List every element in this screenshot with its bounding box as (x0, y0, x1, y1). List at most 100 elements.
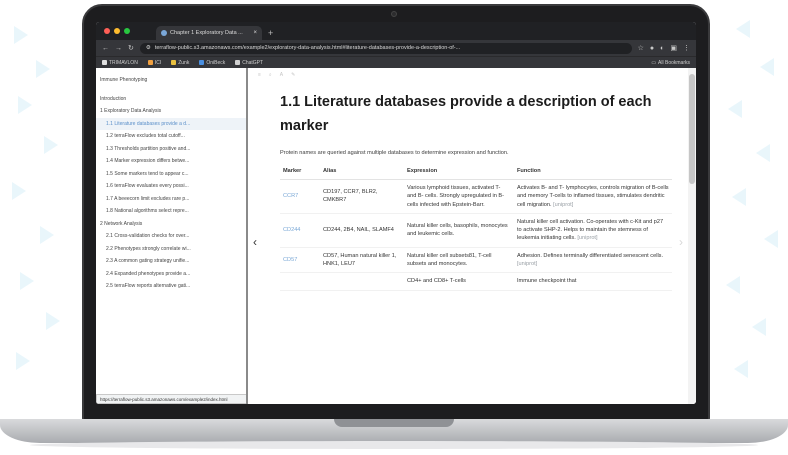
toc-item[interactable]: 2 Network Analysis (96, 218, 246, 231)
alias-cell: CD57, Human natural killer 1, HNK1, LEU7 (320, 247, 404, 274)
alias-cell: CD244, 2B4, NAIL, SLAMF4 (320, 213, 404, 248)
expression-cell: Natural killer cells, basophils, monocyt… (404, 213, 514, 248)
bookmark-favicon-icon (199, 60, 205, 65)
status-bar-url: https://terraflow-public.s3.amazonaws.co… (96, 394, 246, 404)
laptop-base (0, 419, 788, 443)
toc-item[interactable]: Immune Phenotyping (96, 74, 246, 87)
column-header-alias: Alias (320, 164, 404, 180)
back-arrow-icon[interactable]: ← (102, 45, 109, 52)
bookmark-label: OniBeck (206, 59, 226, 66)
sidebar-icon[interactable]: ▣ (670, 44, 677, 52)
main-content: ≡ ⌕ A ✎ 1.1 Literature databases provide… (248, 68, 696, 404)
toc-item[interactable]: 2.4 Expanded phenotypes provide a... (96, 268, 246, 281)
alias-cell (320, 272, 404, 291)
next-page-button[interactable]: › (674, 232, 688, 252)
bookmark-label: ChatGPT (242, 59, 264, 66)
reload-icon[interactable]: ↻ (128, 44, 134, 52)
maximize-window-button[interactable] (124, 28, 130, 34)
toc-item[interactable]: 1.8 National algorithms select repre... (96, 205, 246, 218)
table-row: CD4+ and CD8+ T-cells Immune checkpoint … (280, 272, 672, 291)
section-heading: 1.1 Literature databases provide a descr… (280, 94, 652, 134)
reader-toolbar: ≡ ⌕ A ✎ (258, 72, 295, 78)
profile-icon[interactable]: ◐ (660, 45, 664, 52)
menu-icon[interactable]: ⋮ (683, 44, 690, 52)
browser-toolbar: ← → ↻ ⚙ terraflow-public.s3.amazonaws.co… (96, 40, 696, 56)
marker-cell: CD57 (280, 247, 320, 274)
close-window-button[interactable] (104, 28, 110, 34)
source-link[interactable]: [uniprot] (577, 235, 597, 241)
extension-icon[interactable]: ● (650, 45, 654, 52)
alias-cell: CD197, CCR7, BLR2, CMKBR7 (320, 179, 404, 214)
source-link[interactable]: [uniprot] (553, 202, 573, 208)
marker-cell: CD244 (280, 213, 320, 248)
table-row: CD57 CD57, Human natural killer 1, HNK1,… (280, 247, 672, 274)
toc-item-active[interactable]: 1.1 Literature databases provide a d... (96, 117, 246, 130)
function-cell: Activates B- and T- lymphocytes, control… (514, 179, 672, 214)
toc-item[interactable]: 2.2 Phenotypes strongly correlate wi... (96, 243, 246, 256)
marker-table: Marker Alias Expression Function CCR7 CD… (280, 164, 672, 291)
source-link[interactable]: [uniprot] (517, 261, 537, 267)
window-controls (104, 28, 130, 34)
function-text: Adhesion. Defines terminally differentia… (517, 252, 664, 259)
address-bar-url: terraflow-public.s3.amazonaws.com/exampl… (154, 45, 461, 51)
menu-toggle-icon[interactable]: ≡ (258, 72, 261, 78)
address-bar[interactable]: ⚙ terraflow-public.s3.amazonaws.com/exam… (139, 42, 632, 54)
all-bookmarks-button[interactable]: ▭ All Bookmarks (651, 60, 690, 66)
scrollbar-thumb[interactable] (689, 74, 695, 184)
font-settings-icon[interactable]: A (280, 72, 283, 78)
column-header-marker: Marker (280, 164, 320, 180)
marker-cell (280, 272, 320, 291)
forward-arrow-icon[interactable]: → (115, 45, 122, 52)
toc-item[interactable]: 1.6 terraFlow evaluates every possi... (96, 180, 246, 193)
page-viewport: Immune Phenotyping Introduction 1 Explor… (96, 68, 696, 404)
laptop-shadow (30, 441, 758, 449)
toc-item[interactable]: 1.2 terraFlow excludes total cutoff... (96, 130, 246, 143)
toc-item[interactable]: Introduction (96, 93, 246, 106)
scrollbar[interactable] (688, 68, 696, 404)
site-info-icon[interactable]: ⚙ (146, 45, 151, 51)
table-row: CD244 CD244, 2B4, NAIL, SLAMF4 Natural k… (280, 213, 672, 248)
bookmarks-bar: TRIMAVLON ICI Zunk OniBeck ChatGPT ▭ All … (96, 56, 696, 68)
all-bookmarks-label: All Bookmarks (658, 59, 690, 66)
camera (391, 11, 397, 17)
tab-close-icon[interactable]: × (253, 30, 257, 36)
expression-cell: CD4+ and CD8+ T-cells (404, 272, 514, 291)
bookmark-item[interactable]: TRIMAVLON (102, 60, 138, 66)
tab-favicon-icon (161, 30, 167, 36)
toc-item[interactable]: 2.5 terraFlow reports alternative gati..… (96, 280, 246, 293)
toc-item[interactable]: 1 Exploratory Data Analysis (96, 105, 246, 118)
bookmark-label: ICI (154, 59, 162, 66)
toc-item[interactable]: 2.3 A common gating strategy unifie... (96, 255, 246, 268)
minimize-window-button[interactable] (114, 28, 120, 34)
folder-icon: ▭ (651, 59, 657, 66)
toc-item[interactable]: 2.1 Cross-validation checks for over... (96, 230, 246, 243)
laptop-lid: Chapter 1 Exploratory Data ... × + ← → ↻… (82, 4, 710, 424)
new-tab-button[interactable]: + (268, 26, 273, 40)
intro-paragraph: Protein names are queried against multip… (280, 150, 509, 156)
toc-item[interactable]: 1.5 Some markers tend to appear c... (96, 168, 246, 181)
bookmark-star-icon[interactable]: ☆ (638, 44, 644, 52)
bookmark-favicon-icon (102, 60, 107, 65)
search-icon[interactable]: ⌕ (269, 72, 272, 78)
bookmark-item[interactable]: ICI (147, 59, 162, 66)
toc-item[interactable]: 1.7 A beeecorn limit excludes rare p... (96, 193, 246, 206)
column-header-expression: Expression (404, 164, 514, 180)
bookmark-favicon-icon (147, 60, 153, 65)
browser-tab[interactable]: Chapter 1 Exploratory Data ... × (156, 26, 262, 40)
toc-item[interactable]: 1.3 Thresholds partition positive and... (96, 143, 246, 156)
bookmark-item[interactable]: ChatGPT (235, 60, 263, 66)
toc-item[interactable]: 1.4 Marker expression differs betwe... (96, 155, 246, 168)
bookmark-favicon-icon (171, 60, 177, 65)
marker-cell: CCR7 (280, 179, 320, 214)
bookmark-item[interactable]: OniBeck (199, 60, 225, 66)
function-text: Activates B- and T- lymphocytes, control… (517, 185, 669, 208)
laptop-screen: Chapter 1 Exploratory Data ... × + ← → ↻… (96, 22, 696, 404)
browser-tab-bar: Chapter 1 Exploratory Data ... × + (96, 22, 696, 40)
previous-page-button[interactable]: ‹ (248, 232, 262, 252)
table-of-contents: Immune Phenotyping Introduction 1 Explor… (96, 68, 248, 404)
tab-title: Chapter 1 Exploratory Data ... (170, 30, 243, 36)
bookmark-item[interactable]: Zunk (171, 60, 189, 66)
expression-cell: Various lymphoid tissues, activated T- a… (404, 179, 514, 214)
function-text: Immune checkpoint that (517, 278, 577, 285)
edit-icon[interactable]: ✎ (291, 72, 295, 78)
